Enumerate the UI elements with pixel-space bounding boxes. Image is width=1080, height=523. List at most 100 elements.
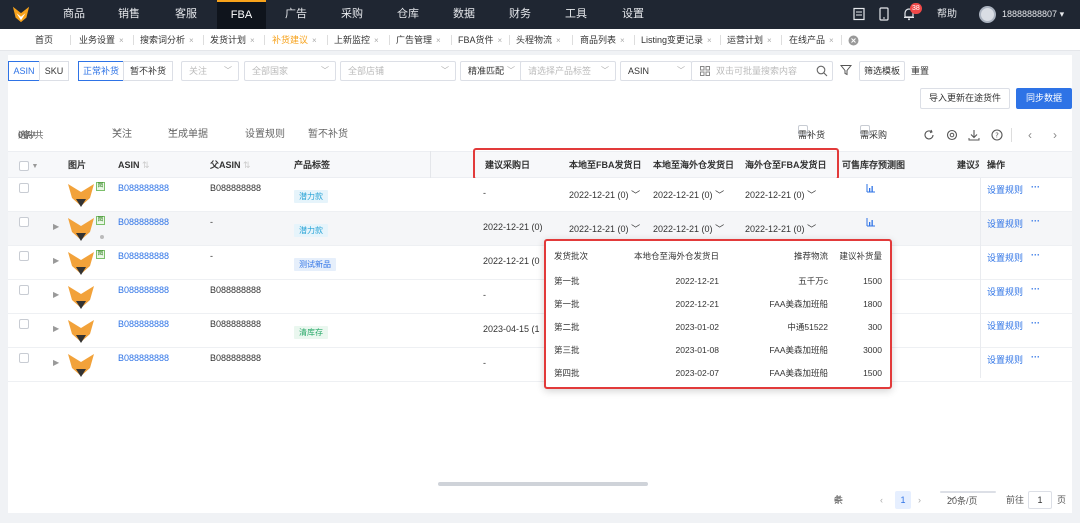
search-input[interactable]: 双击可批量搜索内容 [691, 61, 833, 81]
nav-item-settings[interactable]: 设置 [622, 0, 644, 29]
search-type-select[interactable]: ASIN ﹀ [620, 61, 692, 81]
refresh-icon[interactable] [923, 129, 935, 141]
local-fba-date[interactable]: 2022-12-21 (0) ﹀ [569, 188, 640, 201]
chart-icon[interactable] [866, 183, 876, 193]
tab-logistics[interactable]: 头程物流 × [516, 29, 561, 51]
doc-icon[interactable] [852, 7, 866, 21]
close-icon[interactable]: × [829, 36, 834, 45]
select-all-checkbox[interactable]: ▼ [19, 160, 38, 172]
shop-select[interactable]: 全部店铺 ﹀ [340, 61, 456, 81]
filter-icon[interactable] [840, 64, 852, 76]
goto-page-input[interactable]: 1 [1028, 491, 1052, 509]
nav-item-products[interactable]: 商品 [63, 0, 85, 29]
more-icon[interactable]: ··· [1031, 318, 1040, 328]
sku-toggle[interactable]: SKU [39, 61, 69, 81]
nav-item-ads[interactable]: 广告 [285, 0, 307, 29]
col-parent-asin[interactable]: 父ASIN ⇅ [210, 152, 251, 178]
close-icon[interactable]: × [312, 36, 317, 45]
download-icon[interactable] [968, 129, 980, 141]
row-checkbox[interactable] [19, 353, 29, 363]
nav-item-data[interactable]: 数据 [453, 0, 475, 29]
set-rule-button[interactable]: 设置规则 [245, 125, 285, 145]
more-icon[interactable]: ··· [1031, 250, 1040, 260]
overseas-fba-date[interactable]: 2022-12-21 (0) ﹀ [745, 222, 816, 235]
sync-button[interactable]: 同步数据 [1016, 88, 1072, 109]
asin-link[interactable]: B088888888 [118, 217, 169, 227]
close-icon[interactable]: × [119, 36, 124, 45]
expand-icon[interactable]: ▶ [53, 256, 59, 265]
set-rule-link[interactable]: 设置规则 [987, 251, 1023, 264]
set-rule-link[interactable]: 设置规则 [987, 319, 1023, 332]
phone-icon[interactable] [877, 7, 891, 21]
settings-icon[interactable] [946, 129, 958, 141]
help-link[interactable]: 帮助 [937, 0, 957, 29]
prev-page-icon[interactable]: ‹ [880, 491, 883, 509]
close-icon[interactable]: × [250, 36, 255, 45]
set-rule-link[interactable]: 设置规则 [987, 353, 1023, 366]
more-icon[interactable]: ··· [1031, 352, 1040, 362]
asin-link[interactable]: B088888888 [118, 285, 169, 295]
set-rule-link[interactable]: 设置规则 [987, 217, 1023, 230]
chart-icon[interactable] [866, 217, 876, 227]
pause-restock-toggle[interactable]: 暂不补货 [123, 61, 173, 81]
normal-restock-toggle[interactable]: 正常补货 [78, 61, 124, 81]
nav-item-service[interactable]: 客服 [175, 0, 197, 29]
tab-fba-shipment[interactable]: FBA货件 × [458, 29, 502, 51]
more-icon[interactable]: ··· [1031, 284, 1040, 294]
close-icon[interactable]: × [498, 36, 503, 45]
prev-page-icon[interactable]: ‹ [1028, 125, 1032, 145]
follow-select[interactable]: 关注 ﹀ [181, 61, 239, 81]
more-icon[interactable]: ··· [1031, 216, 1040, 226]
page-size-select[interactable]: 20条/页 ﹀ [940, 491, 996, 506]
asin-link[interactable]: B088888888 [118, 251, 169, 261]
tab-business[interactable]: 业务设置 × [79, 29, 124, 51]
asin-link[interactable]: B088888888 [118, 183, 169, 193]
close-icon[interactable]: × [189, 36, 194, 45]
asin-toggle[interactable]: ASIN [8, 61, 40, 81]
nav-item-purchase[interactable]: 采购 [341, 0, 363, 29]
pause-button[interactable]: 暂不补货 [308, 125, 348, 145]
tab-ship-plan[interactable]: 发货计划 × [210, 29, 255, 51]
help-circle-icon[interactable]: ? [991, 129, 1003, 141]
row-checkbox[interactable] [19, 251, 29, 261]
nav-item-warehouse[interactable]: 仓库 [397, 0, 419, 29]
tab-product-list[interactable]: 商品列表 × [580, 29, 625, 51]
local-overseas-date[interactable]: 2022-12-21 (0) ﹀ [653, 188, 724, 201]
import-button[interactable]: 导入更新在途货件 [920, 88, 1010, 109]
overseas-fba-date[interactable]: 2022-12-21 (0) ﹀ [745, 188, 816, 201]
expand-icon[interactable]: ▶ [53, 290, 59, 299]
close-icon[interactable]: × [767, 36, 772, 45]
tab-restock[interactable]: 补货建议 × [272, 29, 317, 51]
match-select[interactable]: 精准匹配 ﹀ [460, 61, 522, 81]
horizontal-scrollbar[interactable] [438, 482, 648, 486]
nav-item-fba[interactable]: FBA [217, 0, 266, 29]
tab-ads[interactable]: 广告管理 × [396, 29, 441, 51]
expand-icon[interactable]: ▶ [53, 222, 59, 231]
close-icon[interactable]: × [436, 36, 441, 45]
tab-home[interactable]: 首页 [35, 29, 53, 51]
tab-new-listing[interactable]: 上新监控 × [334, 29, 379, 51]
country-select[interactable]: 全部国家 ﹀ [244, 61, 336, 81]
page-1-button[interactable]: 1 [895, 491, 911, 509]
set-rule-link[interactable]: 设置规则 [987, 285, 1023, 298]
next-page-icon[interactable]: › [918, 491, 921, 509]
expand-icon[interactable]: ▶ [53, 324, 59, 333]
username-menu[interactable]: 18888888807 ▾ [1002, 0, 1064, 29]
tab-listing-changes[interactable]: Listing变更记录 × [641, 29, 712, 51]
expand-icon[interactable]: ▶ [53, 358, 59, 367]
filter-template-button[interactable]: 筛选模板 [859, 61, 905, 81]
row-checkbox[interactable] [19, 183, 29, 193]
close-icon[interactable]: × [556, 36, 561, 45]
next-page-icon[interactable]: › [1053, 125, 1057, 145]
avatar[interactable] [979, 6, 996, 23]
asin-link[interactable]: B088888888 [118, 319, 169, 329]
reset-button[interactable]: 重置 [911, 61, 929, 81]
more-icon[interactable]: ··· [1031, 182, 1040, 192]
row-checkbox[interactable] [19, 319, 29, 329]
local-fba-date[interactable]: 2022-12-21 (0) ﹀ [569, 222, 640, 235]
col-asin[interactable]: ASIN ⇅ [118, 152, 150, 178]
set-rule-link[interactable]: 设置规则 [987, 183, 1023, 196]
nav-item-finance[interactable]: 财务 [509, 0, 531, 29]
tab-keyword[interactable]: 搜索词分析 × [140, 29, 194, 51]
tag-select[interactable]: 请选择产品标签 ﹀ [520, 61, 616, 81]
